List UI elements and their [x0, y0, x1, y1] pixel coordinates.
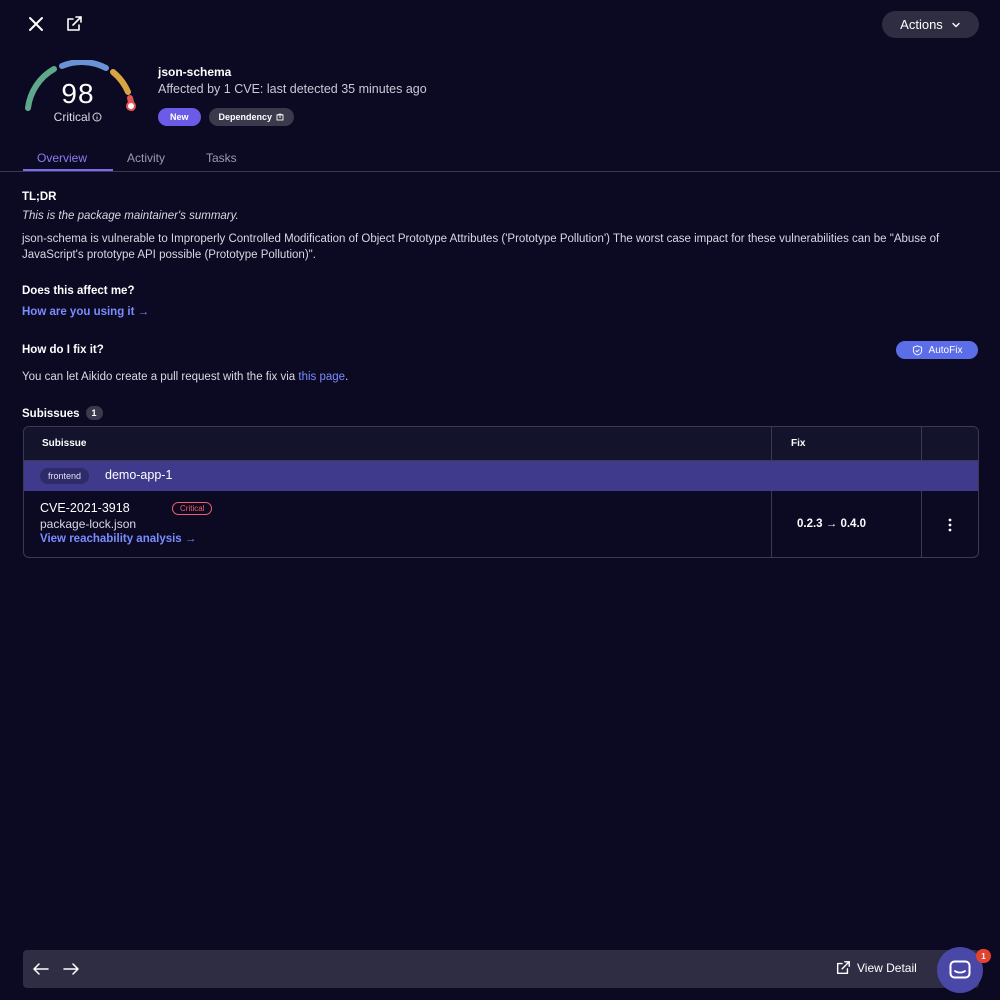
- fix-text-before: You can let Aikido create a pull request…: [22, 371, 299, 383]
- critical-badge: Critical: [172, 502, 213, 515]
- chevron-down-icon: [952, 22, 960, 27]
- actions-button[interactable]: Actions: [882, 11, 979, 38]
- affect-heading: Does this affect me?: [22, 285, 135, 297]
- severity-text: Critical: [53, 110, 91, 124]
- subissues-count: 1: [85, 406, 103, 420]
- chat-notification-badge: 1: [976, 949, 991, 963]
- group-tag: frontend: [40, 468, 90, 484]
- active-tab-indicator: [23, 169, 113, 171]
- fix-text-after: .: [345, 371, 349, 383]
- arrow-right-icon[interactable]: [61, 959, 81, 979]
- autofix-label: AutoFix: [928, 344, 963, 356]
- box-icon: [276, 113, 284, 121]
- arrow-left-icon[interactable]: [31, 959, 51, 979]
- tab-tasks[interactable]: Tasks: [206, 151, 237, 165]
- table-row[interactable]: CVE-2021-3918 Critical package-lock.json…: [24, 491, 978, 557]
- subissues-title: Subissues: [22, 408, 80, 420]
- cve-id: CVE-2021-3918: [40, 501, 130, 515]
- issue-header: 98 Critical json-schema Affected by 1 CV…: [20, 58, 980, 138]
- dependency-badge-label: Dependency: [218, 112, 273, 122]
- this-page-link[interactable]: this page: [298, 371, 345, 383]
- subissues-table: Subissue Fix frontend demo-app-1 CVE-202…: [23, 426, 979, 558]
- subissues-heading: Subissues 1: [22, 406, 103, 420]
- more-options-icon[interactable]: [942, 516, 958, 534]
- external-link-icon: [836, 961, 850, 975]
- tldr-heading: TL;DR: [22, 191, 57, 203]
- tab-bar: Overview Activity Tasks: [0, 146, 1000, 172]
- shield-icon: [912, 344, 922, 356]
- group-row[interactable]: frontend demo-app-1: [24, 461, 978, 491]
- bottom-bar: View Detail: [23, 950, 979, 988]
- risk-score: 98: [61, 78, 95, 109]
- how-using-link[interactable]: How are you using it →: [22, 306, 149, 318]
- group-name: demo-app-1: [105, 468, 173, 482]
- new-badge: New: [158, 108, 201, 126]
- autofix-button[interactable]: AutoFix: [896, 341, 978, 359]
- actions-label: Actions: [900, 17, 943, 32]
- close-icon[interactable]: [24, 12, 48, 36]
- table-header: Subissue Fix: [24, 427, 978, 461]
- chat-icon: [949, 960, 971, 979]
- top-bar: Actions: [0, 0, 1000, 50]
- severity-label: Critical: [20, 110, 136, 124]
- tab-activity[interactable]: Activity: [127, 151, 165, 165]
- tldr-body: json-schema is vulnerable to Improperly …: [22, 233, 940, 261]
- external-link-icon[interactable]: [62, 12, 86, 36]
- fix-version: 0.2.3 → 0.4.0: [797, 518, 867, 530]
- package-name: json-schema: [158, 65, 232, 79]
- affected-file: package-lock.json: [40, 517, 137, 531]
- tab-overview[interactable]: Overview: [37, 151, 87, 165]
- issue-badges: New Dependency: [158, 108, 295, 126]
- column-header-fix: Fix: [791, 438, 806, 449]
- fix-heading: How do I fix it?: [22, 344, 104, 356]
- issue-subtitle: Affected by 1 CVE: last detected 35 minu…: [158, 82, 427, 96]
- info-icon[interactable]: [92, 112, 102, 122]
- view-detail-label: View Detail: [857, 961, 917, 975]
- view-detail-button[interactable]: View Detail: [835, 960, 917, 976]
- fix-description: You can let Aikido create a pull request…: [22, 369, 348, 385]
- column-header-subissue: Subissue: [42, 438, 87, 449]
- tldr-summary: This is the package maintainer's summary…: [22, 210, 239, 222]
- reachability-link[interactable]: View reachability analysis →: [40, 533, 196, 545]
- dependency-badge: Dependency: [208, 108, 295, 126]
